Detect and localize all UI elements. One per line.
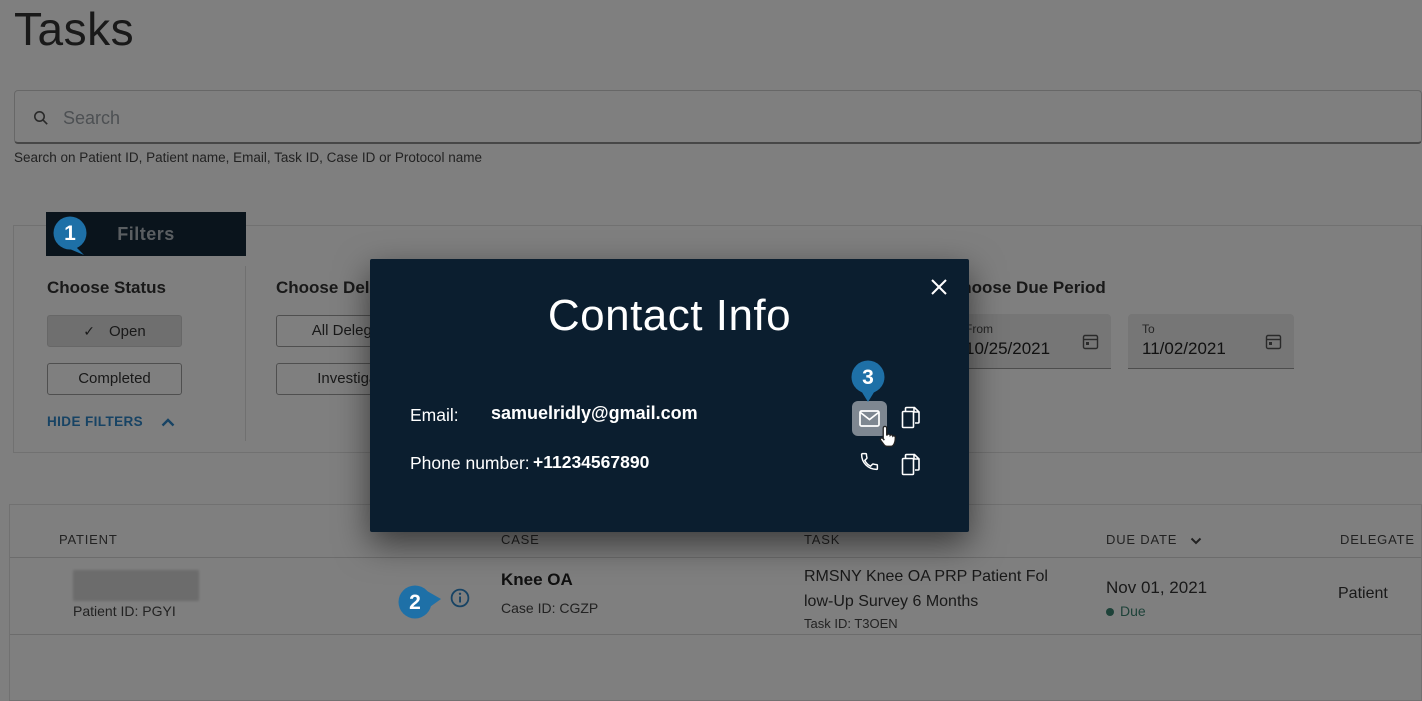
send-email-button[interactable]: [852, 401, 887, 436]
contact-info-modal: Contact Info Email: samuelridly@gmail.co…: [370, 259, 969, 532]
copy-phone-icon[interactable]: [901, 453, 923, 477]
modal-title: Contact Info: [370, 291, 969, 341]
phone-label: Phone number:: [410, 453, 530, 474]
phone-value: +11234567890: [533, 452, 649, 473]
mail-icon: [859, 410, 880, 427]
email-value: samuelridly@gmail.com: [491, 403, 698, 424]
email-label: Email:: [410, 405, 459, 426]
phone-icon[interactable]: [859, 451, 880, 472]
copy-email-icon[interactable]: [901, 406, 923, 430]
